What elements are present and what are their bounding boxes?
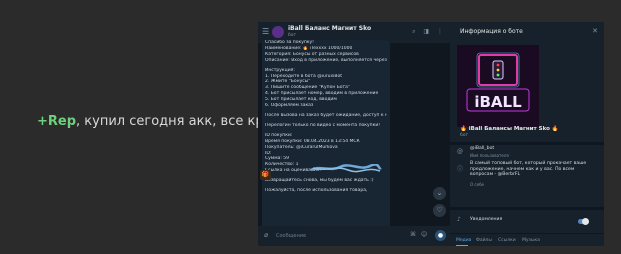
media-tabs: Медиа Файлы Ссылки Музыка: [450, 233, 604, 246]
command-icon[interactable]: ⌘: [410, 231, 416, 238]
notifications-label: Уведомления: [470, 217, 503, 222]
username-label: Имя пользователя: [470, 153, 509, 158]
message-input[interactable]: [276, 231, 396, 240]
divider: [450, 142, 604, 145]
tab-media[interactable]: Медиа: [456, 238, 471, 243]
about-label: О себе: [470, 182, 485, 187]
gift-icon: 🎁: [260, 170, 271, 180]
bot-subtitle: бот: [460, 133, 469, 138]
bot-name: 🔥 iBall Балансы Магнит Sko 🔥: [460, 126, 559, 132]
info-icon: ⓘ: [457, 166, 464, 173]
chat-subtitle: бот: [288, 33, 297, 38]
tab-files[interactable]: Файлы: [476, 238, 492, 243]
message-line: Описание: Вход в приложение, выполняется…: [265, 57, 387, 63]
forum-fragment: [33, 246, 93, 254]
mic-icon[interactable]: ●: [435, 230, 446, 241]
tab-music[interactable]: Музыка: [522, 238, 540, 243]
composer: ⌀ ⌘ ☺ ●: [258, 226, 450, 246]
close-icon[interactable]: ✕: [592, 27, 598, 35]
scroll-down-icon[interactable]: ⌄: [433, 187, 446, 200]
notifications-toggle[interactable]: [578, 218, 589, 225]
forum-post: +Rep, купил сегодня акк, все круто: [37, 114, 287, 129]
chat-pane: ☰ iBall Баланс Магнит Sko бот ⌕ ◨ ⋮ Спас…: [258, 22, 450, 246]
redaction-scribble: [310, 164, 382, 173]
tab-links[interactable]: Ссылки: [498, 238, 516, 243]
telegram-screenshot: ☰ iBall Баланс Магнит Sko бот ⌕ ◨ ⋮ Спас…: [258, 22, 604, 246]
info-panel: Информация о боте ✕ iBALL 🔥 iBall Баланс…: [450, 22, 604, 246]
post-text: , купил сегодня акк, все круто: [76, 114, 287, 129]
reaction-icon[interactable]: ♡: [433, 204, 446, 217]
rep-label[interactable]: +Rep: [37, 114, 76, 129]
at-icon: @: [457, 148, 463, 155]
cover-logo-text: iBALL: [474, 93, 522, 111]
message-line: После вызова на заказ будет ожидание, до…: [265, 112, 387, 118]
bot-cover-image[interactable]: iBALL: [457, 45, 539, 127]
info-header: Информация о боте ✕: [450, 22, 604, 43]
bell-icon: ♪: [457, 216, 461, 223]
attach-icon[interactable]: ⌀: [264, 231, 268, 239]
message-line: Пожалуйста, после использования товара,: [265, 188, 368, 194]
message-line: Возвращайтесь снова, мы будем вас ждать …: [265, 178, 374, 184]
bot-avatar[interactable]: [272, 26, 284, 38]
chat-title[interactable]: iBall Баланс Магнит Sko: [288, 25, 371, 32]
about-text: В самый топовый бот, который прокачает в…: [470, 161, 587, 177]
emoji-icon[interactable]: ☺: [421, 231, 427, 238]
menu-icon[interactable]: ☰: [262, 27, 269, 36]
username-value[interactable]: @iBall_bot: [470, 146, 494, 152]
divider: [450, 207, 604, 210]
info-title: Информация о боте: [460, 28, 523, 35]
message-line: Перелогин только по видео с момента поку…: [265, 122, 381, 128]
message-bubble: Спасибо за покупку! Наименование: 🔥 iTexx…: [262, 40, 390, 229]
active-tab-indicator: [456, 245, 468, 246]
header-icons[interactable]: ⌕ ◨ ⋮: [412, 28, 446, 36]
